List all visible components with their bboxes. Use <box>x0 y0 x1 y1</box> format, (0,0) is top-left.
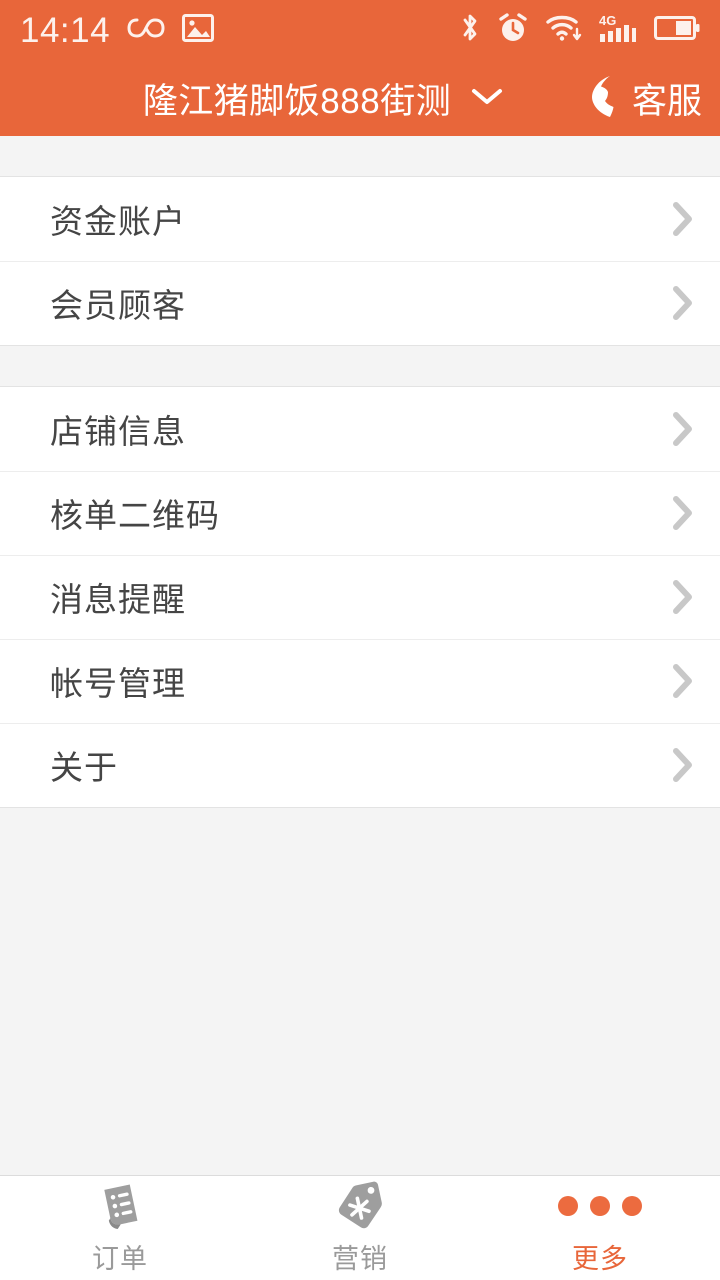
menu-item-label: 消息提醒 <box>50 581 186 618</box>
menu-item-verify-qr-code[interactable]: 核单二维码 <box>0 471 720 555</box>
more-dots-icon <box>558 1181 642 1231</box>
chevron-right-icon <box>672 746 694 784</box>
infinity-icon <box>126 15 166 46</box>
receipt-order-icon <box>94 1181 146 1231</box>
signal-4g-icon: 4G <box>599 12 637 49</box>
bottom-tab-bar: 订单 营销 更多 <box>0 1175 720 1280</box>
menu-item-message-alerts[interactable]: 消息提醒 <box>0 555 720 639</box>
battery-icon <box>654 15 700 46</box>
settings-list: 资金账户 会员顾客 店铺信息 核单二维码 消息提醒 帐号管理 关于 <box>0 136 720 1175</box>
customer-service-label: 客服 <box>631 81 702 121</box>
menu-item-label: 资金账户 <box>50 203 186 240</box>
alarm-clock-icon <box>497 12 529 49</box>
menu-group-store: 店铺信息 核单二维码 消息提醒 帐号管理 关于 <box>0 386 720 808</box>
menu-item-label: 会员顾客 <box>50 287 186 324</box>
chevron-right-icon <box>672 410 694 448</box>
status-bar-left: 14:14 <box>20 10 215 50</box>
wifi-icon <box>546 13 582 48</box>
status-time: 14:14 <box>20 10 111 50</box>
chevron-right-icon <box>672 284 694 322</box>
group-spacer-top <box>0 136 720 176</box>
tab-label: 更多 <box>572 1243 628 1274</box>
menu-item-label: 帐号管理 <box>50 665 186 702</box>
menu-item-label: 核单二维码 <box>50 497 220 534</box>
menu-item-member-customers[interactable]: 会员顾客 <box>0 261 720 345</box>
menu-item-funds-account[interactable]: 资金账户 <box>0 177 720 261</box>
chevron-down-icon <box>469 84 505 113</box>
menu-item-label: 关于 <box>50 749 118 786</box>
menu-item-label: 店铺信息 <box>50 413 186 450</box>
menu-group-account: 资金账户 会员顾客 <box>0 176 720 346</box>
dot <box>622 1195 642 1216</box>
chevron-right-icon <box>672 578 694 616</box>
bluetooth-icon <box>460 12 480 49</box>
customer-service-button[interactable]: 客服 <box>586 73 702 124</box>
menu-item-about[interactable]: 关于 <box>0 723 720 807</box>
tab-marketing[interactable]: 营销 <box>240 1176 480 1280</box>
menu-item-account-management[interactable]: 帐号管理 <box>0 639 720 723</box>
chevron-right-icon <box>672 494 694 532</box>
status-bar-right: 4G <box>460 12 700 49</box>
menu-item-store-info[interactable]: 店铺信息 <box>0 387 720 471</box>
app-header: 隆江猪脚饭888街测 客服 <box>0 60 720 136</box>
phone-handset-icon <box>586 73 620 124</box>
dot <box>558 1195 578 1216</box>
chevron-right-icon <box>672 200 694 238</box>
tab-more[interactable]: 更多 <box>480 1176 720 1280</box>
tab-label: 营销 <box>332 1243 388 1274</box>
chevron-right-icon <box>672 662 694 700</box>
svg-text:4G: 4G <box>599 13 616 28</box>
page-title: 隆江猪脚饭888街测 <box>142 81 452 121</box>
app-root: 14:14 4G 隆江猪脚饭888街测 客服 资金账户 会员顾客 店铺信息 核单… <box>0 0 720 1280</box>
screenshot-image-icon <box>182 13 215 47</box>
price-tag-marketing-icon <box>334 1181 386 1231</box>
status-bar: 14:14 4G <box>0 0 720 60</box>
shop-selector[interactable]: 隆江猪脚饭888街测 <box>143 73 505 124</box>
tab-orders[interactable]: 订单 <box>0 1176 240 1280</box>
dot <box>590 1195 610 1216</box>
group-spacer-middle <box>0 346 720 386</box>
tab-label: 订单 <box>92 1243 148 1274</box>
